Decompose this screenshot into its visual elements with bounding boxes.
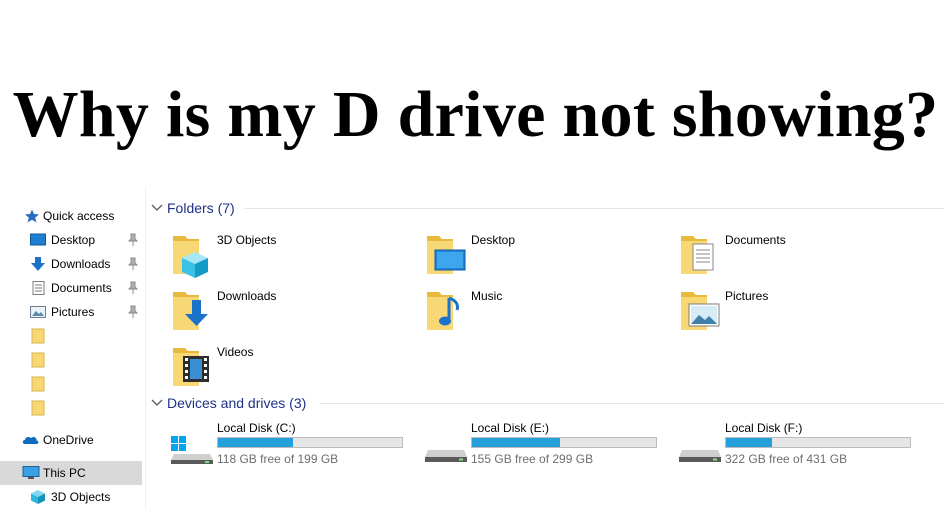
drive-tile-f[interactable]: Local Disk (F:) 322 GB free of 431 GB bbox=[679, 420, 929, 470]
folder-tile-downloads[interactable]: Downloads bbox=[171, 288, 411, 342]
section-divider bbox=[244, 208, 944, 209]
sidebar-item-label: Downloads bbox=[51, 257, 111, 271]
navigation-pane: Quick access Desktop Downloads Documents bbox=[0, 186, 145, 510]
sidebar-item-downloads[interactable]: Downloads bbox=[0, 252, 142, 276]
folder-tile-3d-objects[interactable]: 3D Objects bbox=[171, 232, 411, 286]
folder-tile-videos[interactable]: Videos bbox=[171, 344, 411, 398]
drive-usage-bar bbox=[217, 437, 403, 448]
folder-name: Downloads bbox=[217, 289, 277, 303]
pin-icon[interactable] bbox=[127, 257, 139, 271]
folder-tile-documents[interactable]: Documents bbox=[679, 232, 919, 286]
drive-name: Local Disk (F:) bbox=[725, 421, 803, 435]
desktop-icon bbox=[30, 233, 46, 246]
folder-tile-desktop[interactable]: Desktop bbox=[425, 232, 665, 286]
desktop-folder-icon bbox=[427, 236, 466, 274]
pictures-icon bbox=[30, 306, 46, 318]
drives-section-header[interactable]: Devices and drives (3) bbox=[151, 393, 321, 413]
folders-section-header[interactable]: Folders (7) bbox=[151, 198, 251, 218]
folder-icon[interactable] bbox=[31, 352, 45, 368]
drive-free-space: 155 GB free of 299 GB bbox=[471, 452, 594, 466]
sidebar-item-documents[interactable]: Documents bbox=[0, 276, 142, 300]
chevron-down-icon bbox=[151, 204, 163, 211]
page-headline: Why is my D drive not showing? bbox=[12, 78, 939, 151]
downloads-folder-icon bbox=[173, 292, 208, 330]
drive-usage-fill bbox=[218, 438, 294, 447]
hard-drive-icon bbox=[425, 450, 467, 462]
sidebar-item-label: 3D Objects bbox=[51, 490, 111, 504]
drive-usage-bar bbox=[725, 437, 911, 448]
folder-name: 3D Objects bbox=[217, 233, 277, 247]
drive-usage-fill bbox=[472, 438, 561, 447]
sidebar-item-quick-access[interactable]: Quick access bbox=[0, 204, 142, 228]
folder-tile-music[interactable]: Music bbox=[425, 288, 665, 342]
drive-usage-bar bbox=[471, 437, 657, 448]
system-drive-icon bbox=[171, 436, 213, 464]
sidebar-item-3d-objects[interactable]: 3D Objects bbox=[0, 485, 142, 509]
folder-icon[interactable] bbox=[31, 328, 45, 344]
downloads-icon bbox=[31, 257, 45, 271]
sidebar-item-label: Quick access bbox=[43, 209, 115, 223]
drive-usage-fill bbox=[726, 438, 772, 447]
this-pc-monitor-icon bbox=[22, 466, 40, 479]
hard-drive-icon bbox=[679, 450, 721, 462]
pin-icon[interactable] bbox=[127, 281, 139, 295]
sidebar-item-this-pc[interactable]: This PC bbox=[0, 461, 142, 485]
star-icon bbox=[25, 209, 39, 223]
pictures-folder-icon bbox=[681, 292, 720, 330]
drive-tile-c[interactable]: Local Disk (C:) 118 GB free of 199 GB bbox=[171, 420, 421, 470]
videos-folder-icon bbox=[173, 348, 209, 386]
drive-name: Local Disk (C:) bbox=[217, 421, 296, 435]
documents-folder-icon bbox=[681, 236, 714, 274]
sidebar-item-label: Desktop bbox=[51, 233, 96, 247]
section-title: Devices and drives (3) bbox=[167, 395, 307, 411]
sidebar-item-label: This PC bbox=[43, 466, 86, 480]
sidebar-item-onedrive[interactable]: OneDrive bbox=[0, 428, 142, 452]
sidebar-item-label: Documents bbox=[51, 281, 112, 295]
chevron-down-icon bbox=[151, 399, 163, 406]
folder-icon[interactable] bbox=[31, 376, 45, 392]
folder-name: Videos bbox=[217, 345, 254, 359]
folder-name: Music bbox=[471, 289, 503, 303]
sidebar-item-label: Pictures bbox=[51, 305, 95, 319]
sidebar-item-label: OneDrive bbox=[43, 433, 94, 447]
drive-tile-e[interactable]: Local Disk (E:) 155 GB free of 299 GB bbox=[425, 420, 675, 470]
sidebar-item-pictures[interactable]: Pictures bbox=[0, 300, 142, 324]
documents-icon bbox=[32, 281, 45, 295]
drive-free-space: 322 GB free of 431 GB bbox=[725, 452, 848, 466]
music-folder-icon bbox=[427, 292, 459, 330]
onedrive-cloud-icon bbox=[22, 436, 39, 444]
folder-name: Desktop bbox=[471, 233, 516, 247]
pin-icon[interactable] bbox=[127, 233, 139, 247]
section-title: Folders (7) bbox=[167, 200, 235, 216]
sidebar-item-desktop[interactable]: Desktop bbox=[0, 228, 142, 252]
3d-objects-icon bbox=[31, 490, 45, 504]
section-divider bbox=[320, 403, 944, 404]
folder-icon[interactable] bbox=[31, 400, 45, 416]
pin-icon[interactable] bbox=[127, 305, 139, 319]
3d-objects-folder-icon bbox=[173, 236, 208, 278]
folder-name: Pictures bbox=[725, 289, 769, 303]
sidebar-divider bbox=[145, 186, 146, 510]
folder-tile-pictures[interactable]: Pictures bbox=[679, 288, 919, 342]
folder-name: Documents bbox=[725, 233, 786, 247]
drive-free-space: 118 GB free of 199 GB bbox=[217, 452, 339, 466]
drive-name: Local Disk (E:) bbox=[471, 421, 550, 435]
